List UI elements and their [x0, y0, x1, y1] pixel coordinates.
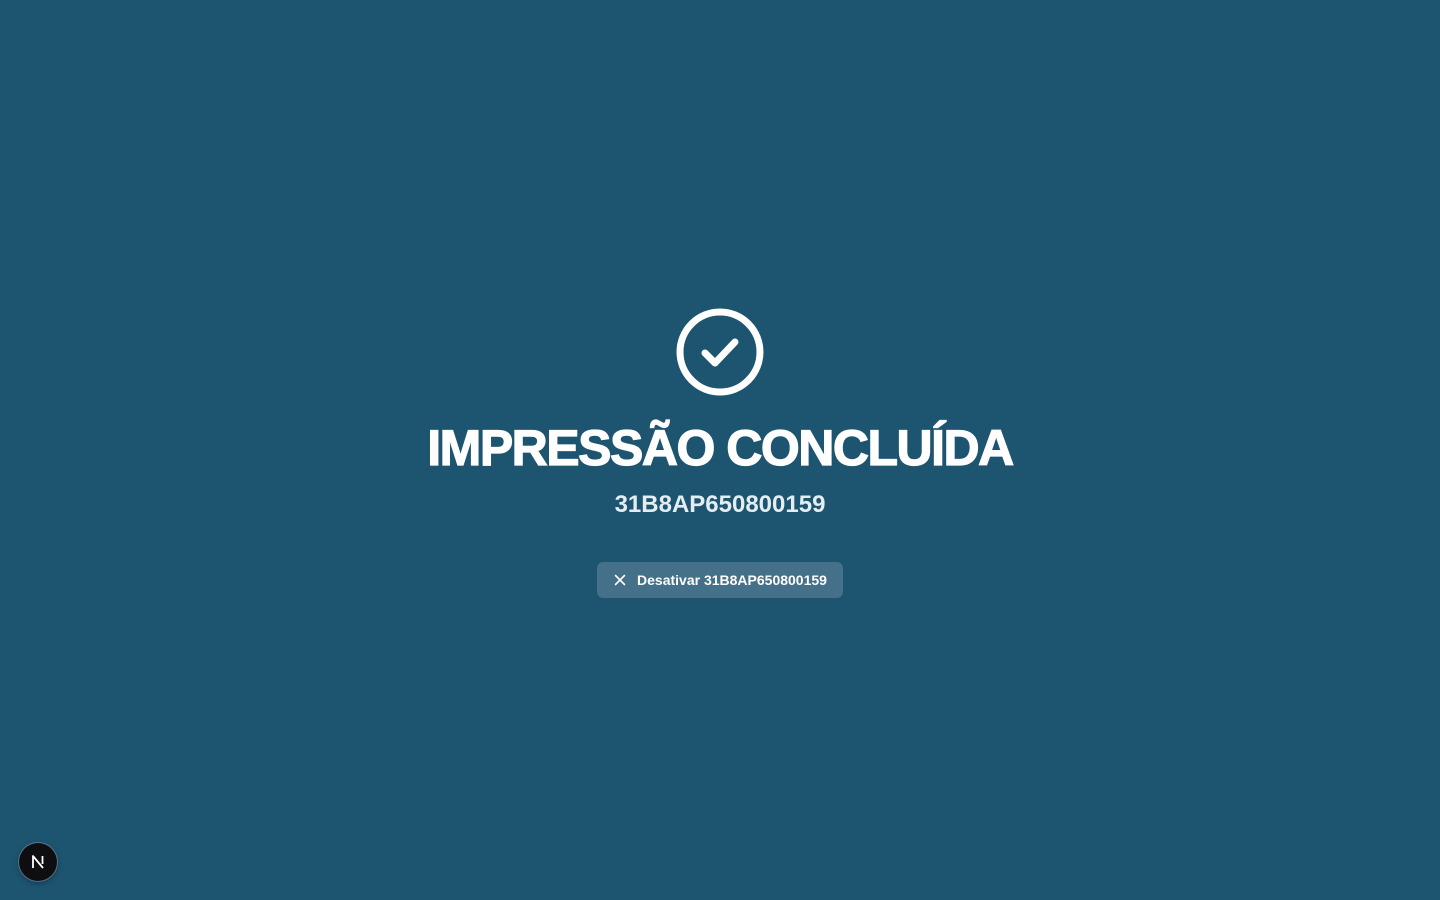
next-n-icon — [32, 855, 44, 869]
dev-tools-badge[interactable] — [19, 843, 57, 881]
page-title: IMPRESSÃO CONCLUÍDA — [427, 419, 1015, 476]
serial-number: 31B8AP650800159 — [614, 491, 826, 518]
status-panel: IMPRESSÃO CONCLUÍDA 31B8AP650800159 Desa… — [0, 306, 1440, 598]
check-circle-icon — [676, 308, 764, 396]
completion-screen: IMPRESSÃO CONCLUÍDA 31B8AP650800159 Desa… — [0, 0, 1440, 900]
deactivate-button-label: Desativar 31B8AP650800159 — [637, 572, 827, 588]
deactivate-button[interactable]: Desativar 31B8AP650800159 — [597, 562, 843, 598]
close-icon — [614, 574, 626, 586]
